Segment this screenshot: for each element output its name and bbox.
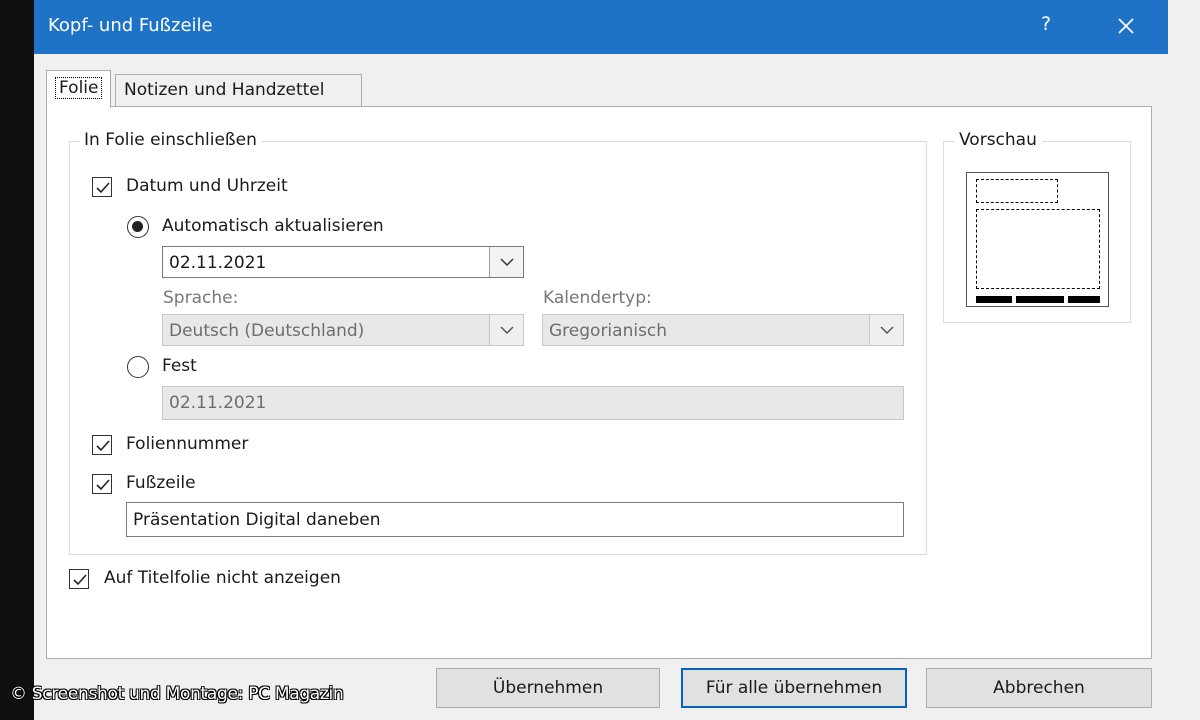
window-title: Kopf- und Fußzeile — [48, 15, 213, 36]
footer-label[interactable]: Fußzeile — [126, 473, 196, 493]
calendar-type-dropdown-button — [869, 315, 903, 345]
date-format-dropdown-button[interactable] — [489, 247, 523, 277]
date-format-value: 02.11.2021 — [169, 253, 267, 273]
close-button[interactable] — [1106, 8, 1146, 44]
preview-content-placeholder — [976, 209, 1100, 289]
fixed-label[interactable]: Fest — [162, 356, 197, 376]
include-group: In Folie einschließen Datum und Uhrzeit … — [69, 130, 927, 555]
watermark-credit: © Screenshot und Montage: PC Magazin — [10, 684, 344, 704]
auto-update-radio[interactable] — [127, 216, 149, 238]
title-bar: Kopf- und Fußzeile ? — [34, 0, 1168, 54]
preview-number-marker — [1068, 296, 1100, 303]
checkmark-icon — [96, 440, 110, 452]
language-dropdown-button — [489, 315, 523, 345]
tab-panel: In Folie einschließen Datum und Uhrzeit … — [46, 106, 1152, 659]
tab-notizen-handzettel[interactable]: Notizen und Handzettel — [115, 74, 362, 108]
apply-all-button[interactable]: Für alle übernehmen — [681, 668, 907, 708]
checkmark-icon — [73, 574, 87, 586]
hide-on-title-label[interactable]: Auf Titelfolie nicht anzeigen — [104, 568, 341, 588]
language-value: Deutsch (Deutschland) — [169, 321, 365, 341]
footer-text-input[interactable]: Präsentation Digital daneben — [126, 502, 904, 537]
date-time-checkbox[interactable] — [92, 177, 112, 197]
fixed-date-input: 02.11.2021 — [162, 386, 904, 420]
apply-button[interactable]: Übernehmen — [436, 668, 660, 708]
language-label: Sprache: — [163, 288, 239, 308]
include-group-legend: In Folie einschließen — [79, 130, 262, 150]
cancel-button[interactable]: Abbrechen — [926, 668, 1152, 708]
chevron-down-icon — [500, 258, 514, 267]
footer-text-value: Präsentation Digital daneben — [133, 510, 381, 530]
tab-folie-label: Folie — [55, 77, 103, 99]
fixed-date-value: 02.11.2021 — [169, 393, 267, 413]
chevron-down-icon — [880, 326, 894, 335]
slide-number-checkbox[interactable] — [92, 435, 112, 455]
checkmark-icon — [96, 182, 110, 194]
language-select: Deutsch (Deutschland) — [162, 314, 524, 346]
footer-checkbox[interactable] — [92, 474, 112, 494]
calendar-type-label: Kalendertyp: — [543, 288, 652, 308]
left-edge — [0, 0, 34, 720]
hide-on-title-checkbox[interactable] — [69, 569, 89, 589]
fixed-radio[interactable] — [127, 356, 149, 378]
tab-notizen-label: Notizen und Handzettel — [124, 80, 325, 100]
calendar-type-value: Gregorianisch — [549, 321, 668, 341]
help-button[interactable]: ? — [1036, 13, 1056, 35]
chevron-down-icon — [500, 326, 514, 335]
preview-title-placeholder — [976, 179, 1058, 203]
slide-preview — [966, 172, 1109, 307]
radio-dot — [132, 221, 143, 232]
tab-folie[interactable]: Folie — [46, 70, 112, 108]
auto-update-label[interactable]: Automatisch aktualisieren — [162, 216, 384, 236]
date-time-label[interactable]: Datum und Uhrzeit — [126, 176, 288, 196]
close-icon — [1118, 18, 1134, 34]
preview-footer-marker — [1016, 296, 1064, 303]
checkmark-icon — [96, 479, 110, 491]
header-footer-dialog: Kopf- und Fußzeile ? Folie Notizen und H… — [0, 0, 1200, 720]
preview-date-marker — [976, 296, 1012, 303]
preview-legend: Vorschau — [954, 130, 1042, 150]
slide-number-label[interactable]: Foliennummer — [126, 434, 248, 454]
date-format-select[interactable]: 02.11.2021 — [162, 246, 524, 278]
calendar-type-select: Gregorianisch — [542, 314, 904, 346]
preview-group: Vorschau — [943, 130, 1131, 323]
